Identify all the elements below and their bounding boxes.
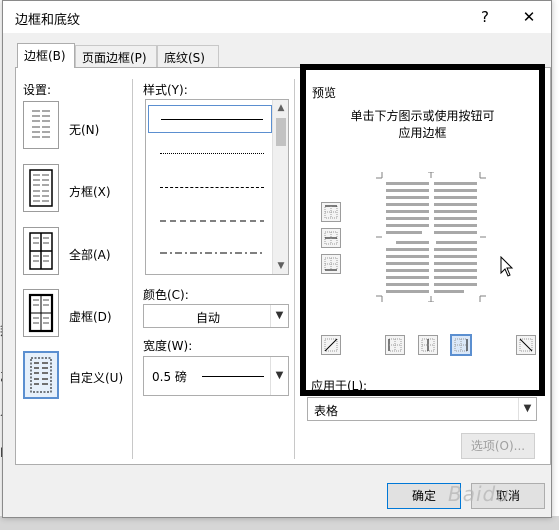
border-diagonal-up-button[interactable] bbox=[321, 335, 341, 355]
color-select[interactable]: 自动 ▼ bbox=[143, 304, 289, 328]
border-diagonal-down-button[interactable] bbox=[516, 335, 536, 355]
setting-none-label[interactable]: 无(N) bbox=[69, 121, 99, 138]
title-bar: 边框和底纹 ? ✕ bbox=[3, 1, 551, 33]
preview-document[interactable] bbox=[376, 171, 486, 303]
width-heading: 宽度(W): bbox=[143, 339, 193, 353]
style-item-dash-dot[interactable] bbox=[148, 240, 272, 268]
preview-hint-line1: 单击下方图示或使用按钮可 bbox=[350, 109, 495, 123]
tab-shading[interactable]: 底纹(S) bbox=[157, 45, 219, 67]
width-value: 0.5 磅 bbox=[152, 370, 187, 384]
settings-heading: 设置: bbox=[23, 83, 52, 97]
column-divider bbox=[294, 79, 295, 459]
border-top-button[interactable] bbox=[321, 202, 341, 222]
apply-to-value: 表格 bbox=[314, 404, 339, 418]
setting-box-label[interactable]: 方框(X) bbox=[69, 183, 111, 200]
scroll-up-icon[interactable]: ▲ bbox=[273, 100, 289, 116]
tab-page-border[interactable]: 页面边框(P) bbox=[75, 45, 157, 67]
setting-custom-label[interactable]: 自定义(U) bbox=[69, 369, 123, 386]
setting-all-icon[interactable] bbox=[23, 227, 59, 275]
document-background-right bbox=[551, 0, 559, 530]
border-inside-horizontal-button[interactable] bbox=[321, 228, 341, 248]
border-inside-vertical-button[interactable] bbox=[418, 335, 438, 355]
setting-custom-icon[interactable] bbox=[23, 351, 59, 399]
setting-none-icon[interactable] bbox=[23, 101, 59, 149]
column-divider bbox=[132, 79, 133, 459]
chevron-down-icon: ▼ bbox=[270, 357, 288, 395]
mouse-pointer-icon bbox=[500, 255, 514, 281]
borders-and-shading-dialog: 边框和底纹 ? ✕ 边框(B) 页面边框(P) 底纹(S) 设置: 无(N) 方… bbox=[2, 0, 552, 518]
setting-grid-icon[interactable] bbox=[23, 289, 59, 337]
preview-hint-line2: 应用边框 bbox=[398, 126, 447, 140]
setting-all-label[interactable]: 全部(A) bbox=[69, 246, 111, 263]
style-item-dashed[interactable] bbox=[148, 208, 272, 236]
help-button[interactable]: ? bbox=[473, 6, 497, 28]
setting-grid-label[interactable]: 虚框(D) bbox=[69, 308, 112, 325]
apply-to-select[interactable]: 表格 ▼ bbox=[307, 397, 537, 421]
border-left-button[interactable] bbox=[385, 335, 405, 355]
border-right-button[interactable] bbox=[450, 334, 472, 356]
close-button[interactable]: ✕ bbox=[517, 6, 541, 28]
chevron-down-icon: ▼ bbox=[518, 398, 536, 420]
color-value: 自动 bbox=[196, 311, 221, 325]
scroll-thumb[interactable] bbox=[276, 118, 286, 146]
setting-box-icon[interactable] bbox=[23, 164, 59, 212]
tab-borders[interactable]: 边框(B) bbox=[17, 43, 75, 68]
border-bottom-button[interactable] bbox=[321, 254, 341, 274]
dialog-title: 边框和底纹 bbox=[15, 13, 81, 28]
style-item-dotted[interactable] bbox=[148, 140, 272, 168]
preview-area: 预览 单击下方图示或使用按钮可 应用边框 应用于(L): bbox=[300, 64, 545, 396]
document-background-bottom bbox=[0, 516, 559, 530]
options-button[interactable]: 选项(O)... bbox=[461, 433, 535, 459]
style-item-dashed-small[interactable] bbox=[148, 174, 272, 202]
style-listbox[interactable]: ▲ ▼ bbox=[145, 99, 289, 275]
preview-heading: 预览 bbox=[312, 86, 337, 100]
chevron-down-icon: ▼ bbox=[270, 305, 288, 327]
scroll-down-icon[interactable]: ▼ bbox=[273, 258, 289, 274]
watermark: Baidu bbox=[448, 482, 510, 506]
style-scrollbar[interactable]: ▲ ▼ bbox=[272, 100, 288, 274]
style-heading: 样式(Y): bbox=[143, 83, 188, 97]
width-select[interactable]: 0.5 磅 ▼ bbox=[143, 356, 289, 396]
width-line-sample bbox=[202, 376, 264, 377]
style-item-solid[interactable] bbox=[148, 105, 272, 133]
apply-to-heading: 应用于(L): bbox=[311, 379, 368, 393]
color-heading: 颜色(C): bbox=[143, 288, 189, 302]
